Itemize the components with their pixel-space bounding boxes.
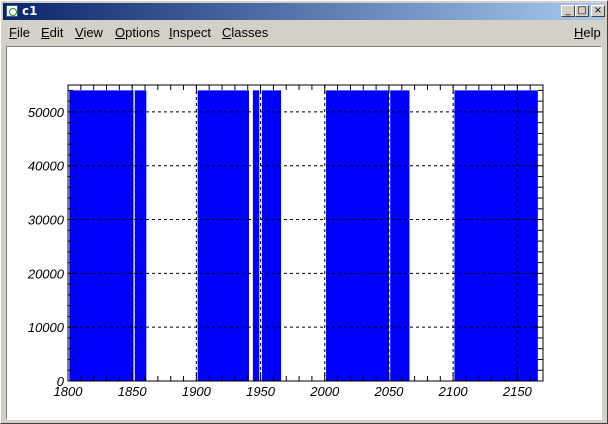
plot-canvas[interactable]: 1800 1850 1900 1950 2000 2050 2100 2150 0 10000 20… [6, 46, 602, 420]
menu-classes[interactable]: Classes [222, 25, 268, 41]
window-title: c1 [22, 4, 38, 18]
menu-bar: File Edit View Options Inspect Classes H… [3, 23, 605, 43]
menu-options[interactable]: Options [115, 25, 160, 41]
close-button[interactable]: × [591, 5, 605, 17]
y-tick-label-5: 50000 [28, 105, 65, 120]
x-tick-label-7: 2150 [502, 384, 533, 399]
y-tick-label-1: 10000 [28, 320, 65, 335]
maximize-button[interactable]: □ [575, 5, 589, 17]
menu-edit[interactable]: Edit [41, 25, 63, 41]
x-tick-label-5: 2050 [373, 384, 404, 399]
minimize-button[interactable]: _ [561, 5, 575, 17]
histogram-chart: 1800 1850 1900 1950 2000 2050 2100 215001000020… [27, 84, 544, 399]
bar-6 [390, 90, 410, 381]
bar-5 [326, 90, 389, 381]
bar-4 [261, 90, 282, 381]
bar-1 [134, 90, 147, 381]
menu-help[interactable]: Help [574, 25, 601, 41]
x-tick-label-6: 2100 [438, 384, 469, 399]
menu-view[interactable]: View [75, 25, 103, 41]
bar-7 [454, 90, 538, 381]
bar-0 [69, 90, 134, 381]
x-tick-label-4: 2000 [309, 384, 340, 399]
x-tick-label-3: 1950 [246, 384, 276, 399]
bar-2 [197, 90, 250, 381]
y-tick-label-3: 30000 [28, 213, 65, 228]
y-tick-label-2: 20000 [27, 266, 65, 281]
root-window: c1 _ □ × File Edit View Options Inspect … [0, 0, 608, 424]
menu-inspect[interactable]: Inspect [169, 25, 211, 41]
y-tick-label-4: 40000 [28, 159, 65, 174]
x-tick-label-1: 1850 [118, 384, 148, 399]
title-bar[interactable]: c1 _ □ × [3, 3, 605, 20]
app-icon[interactable] [6, 5, 18, 17]
y-tick-label-0: 0 [57, 374, 65, 389]
x-tick-label-2: 1900 [182, 384, 212, 399]
menu-file[interactable]: File [9, 25, 30, 41]
bar-3 [252, 90, 260, 381]
